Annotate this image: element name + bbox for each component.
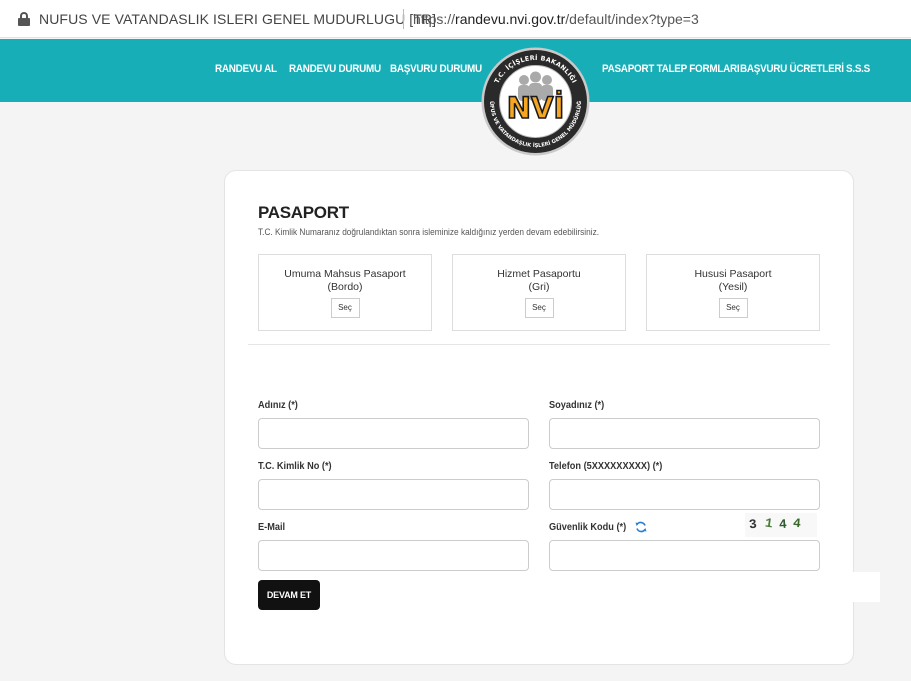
- email-label: E-Mail: [258, 522, 286, 533]
- logo-text: NVİ: [507, 91, 565, 125]
- top-nav: RANDEVU AL RANDEVU DURUMU BAŞVURU DURUMU…: [0, 39, 911, 102]
- address-bar: NUFUS VE VATANDASLIK ISLERI GENEL MUDURL…: [0, 0, 911, 38]
- url-path: /default/index?type=3: [565, 11, 699, 27]
- nav-randevu-al[interactable]: RANDEVU AL: [215, 63, 277, 75]
- first-name-label: Adınız (*): [258, 400, 298, 411]
- tc-no-input[interactable]: [258, 479, 529, 510]
- devam-et-button[interactable]: DEVAM ET: [258, 580, 320, 610]
- passport-type-card-hizmet: Hizmet Pasaportu (Gri) Seç: [452, 254, 626, 331]
- nav-randevu-durumu[interactable]: RANDEVU DURUMU: [289, 63, 381, 75]
- phone-input[interactable]: [549, 479, 820, 510]
- phone-label: Telefon (5XXXXXXXXX) (*): [549, 461, 663, 472]
- lock-icon: [18, 12, 30, 26]
- page-title: PASAPORT: [258, 203, 349, 222]
- tc-no-label: T.C. Kimlik No (*): [258, 461, 332, 472]
- select-hizmet-button[interactable]: Seç: [524, 298, 554, 318]
- passport-type-name: Umuma Mahsus Pasaport: [284, 268, 406, 280]
- nav-basvuru-durumu[interactable]: BAŞVURU DURUMU: [390, 63, 482, 75]
- captcha-char: 4: [792, 515, 802, 532]
- nav-basvuru-ucretleri[interactable]: BAŞVURU ÜCRETLERİ: [740, 63, 844, 75]
- refresh-icon[interactable]: [635, 521, 647, 533]
- overlay-patch: [820, 572, 880, 602]
- passport-type-color: (Gri): [528, 281, 550, 293]
- email-input[interactable]: [258, 540, 529, 571]
- select-hususi-button[interactable]: Seç: [718, 298, 748, 318]
- captcha-char: 4: [778, 516, 788, 533]
- passport-type-card-hususi: Hususi Pasaport (Yesil) Seç: [646, 254, 820, 331]
- url-host: randevu.nvi.gov.tr: [455, 11, 566, 27]
- nav-sss[interactable]: S.S.S: [846, 63, 870, 75]
- captcha-image: 3 1 4 4: [745, 513, 817, 537]
- captcha-char: 3: [748, 516, 758, 533]
- passport-type-card-umuma: Umuma Mahsus Pasaport (Bordo) Seç: [258, 254, 432, 331]
- captcha-char: 1: [763, 515, 774, 532]
- last-name-input[interactable]: [549, 418, 820, 449]
- captcha-input[interactable]: [549, 540, 820, 571]
- page-subtitle: T.C. Kimlik Numaranız doğrulandıktan son…: [258, 227, 600, 237]
- passport-type-color: (Yesil): [718, 281, 748, 293]
- captcha-label: Güvenlik Kodu (*): [549, 522, 627, 533]
- url-prefix: https://: [413, 11, 456, 27]
- last-name-label: Soyadınız (*): [549, 400, 605, 411]
- passport-type-name: Hususi Pasaport: [694, 268, 772, 280]
- passport-type-name: Hizmet Pasaportu: [497, 268, 581, 280]
- first-name-input[interactable]: [258, 418, 529, 449]
- nav-pasaport-talep-formlari[interactable]: PASAPORT TALEP FORMLARI: [602, 63, 740, 75]
- address-separator: [403, 9, 404, 29]
- site-identity[interactable]: NUFUS VE VATANDASLIK ISLERI GENEL MUDURL…: [39, 11, 436, 27]
- select-umuma-button[interactable]: Seç: [330, 298, 360, 318]
- passport-type-color: (Bordo): [327, 281, 363, 293]
- nvi-logo[interactable]: NVİ T.C. İÇİŞLERİ BAKANLIĞI NÜFUS VE VAT…: [480, 46, 591, 157]
- url-field[interactable]: https://randevu.nvi.gov.tr/default/index…: [413, 11, 699, 27]
- section-divider: [248, 344, 830, 345]
